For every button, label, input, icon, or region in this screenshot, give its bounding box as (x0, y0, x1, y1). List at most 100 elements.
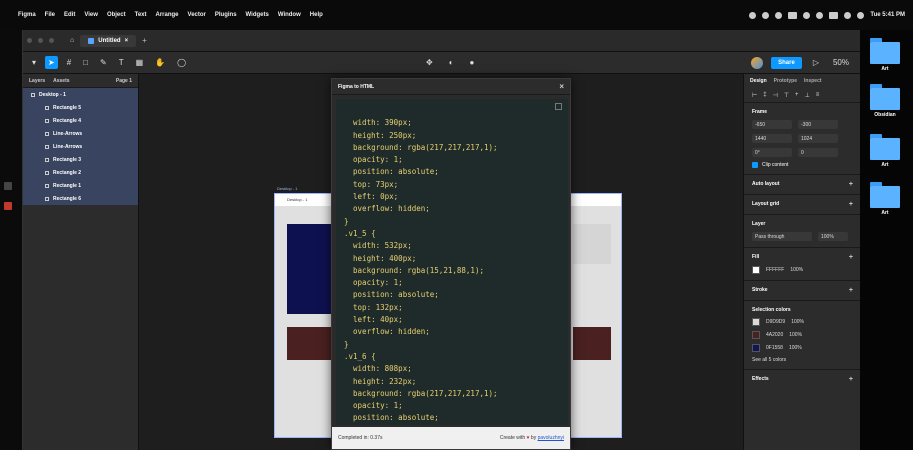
hand-tool-icon[interactable]: ✋ (152, 56, 168, 69)
main-menu-icon[interactable]: ▾ (29, 56, 39, 69)
clock[interactable]: Tue 5:41 PM (870, 12, 905, 18)
boolean-icon[interactable]: ● (467, 56, 478, 69)
x-field[interactable]: -650 (752, 120, 792, 129)
plus-icon[interactable]: + (849, 254, 853, 261)
present-icon[interactable]: ▷ (810, 56, 822, 69)
search-icon[interactable] (857, 11, 865, 19)
tab-design[interactable]: Design (750, 78, 767, 84)
align-left-icon[interactable]: ⊢ (752, 92, 757, 99)
shape-tool-icon[interactable]: □ (80, 56, 91, 69)
tray-icon[interactable] (816, 11, 824, 19)
folder-icon[interactable]: Obsidian (870, 84, 900, 118)
fill-opacity[interactable]: 100% (790, 267, 803, 273)
component-icon[interactable]: ✥ (423, 56, 436, 69)
color-opacity[interactable]: 100% (789, 332, 802, 338)
tab-inspect[interactable]: Inspect (804, 78, 822, 84)
color-swatch[interactable] (752, 331, 760, 339)
move-tool-icon[interactable]: ➤ (45, 56, 58, 69)
layer-item[interactable]: Line-Arrows (23, 140, 138, 153)
width-field[interactable]: 1440 (752, 134, 792, 143)
page-selector[interactable]: Page 1 (116, 78, 132, 84)
code-output[interactable]: width: 390px; height: 250px; background:… (336, 99, 568, 425)
plus-icon[interactable]: + (849, 201, 853, 208)
color-swatch[interactable] (752, 318, 760, 326)
close-icon[interactable]: × (559, 82, 564, 91)
layer-item[interactable]: Rectangle 5 (23, 101, 138, 114)
resources-icon[interactable]: ▦ (133, 56, 147, 69)
menu-text[interactable]: Text (135, 12, 147, 18)
folder-icon[interactable]: Art (870, 38, 900, 72)
blend-mode-select[interactable]: Pass through (752, 232, 812, 241)
align-right-icon[interactable]: ⊣ (773, 92, 778, 99)
wifi-icon[interactable] (844, 11, 852, 19)
tray-icon[interactable] (788, 11, 798, 19)
folder-icon[interactable]: Art (870, 134, 900, 168)
color-opacity[interactable]: 100% (791, 319, 804, 325)
layer-item[interactable]: Rectangle 3 (23, 153, 138, 166)
color-opacity[interactable]: 100% (789, 345, 802, 351)
rectangle-maroon[interactable] (287, 327, 333, 360)
window-minimize-icon[interactable] (38, 38, 43, 43)
fill-swatch[interactable] (752, 266, 760, 274)
fill-hex[interactable]: FFFFFF (766, 267, 784, 273)
frame-label[interactable]: Desktop - 1 (277, 186, 297, 191)
author-link[interactable]: pavoluzhnyi (538, 435, 564, 441)
share-button[interactable]: Share (771, 56, 802, 69)
menu-widgets[interactable]: Widgets (246, 12, 269, 18)
layer-item[interactable]: Rectangle 2 (23, 166, 138, 179)
battery-icon[interactable] (829, 11, 839, 19)
clip-content-checkbox[interactable]: Clip content (752, 162, 853, 168)
rectangle-grey[interactable] (573, 224, 611, 264)
zoom-level[interactable]: 50% (830, 56, 852, 69)
rotation-field[interactable]: 0° (752, 148, 792, 157)
avatar[interactable] (751, 56, 764, 69)
edge-widget-icon[interactable] (4, 182, 12, 190)
new-tab-icon[interactable]: + (142, 36, 147, 45)
frame-tool-icon[interactable]: # (64, 56, 74, 69)
layer-item[interactable]: Rectangle 1 (23, 179, 138, 192)
rectangle-maroon[interactable] (573, 327, 611, 360)
align-bottom-icon[interactable]: ⊥ (805, 92, 810, 99)
align-center-icon[interactable]: ‡ (763, 92, 766, 98)
tray-icon[interactable] (775, 11, 783, 19)
text-tool-icon[interactable]: T (116, 56, 127, 69)
menu-edit[interactable]: Edit (64, 12, 75, 18)
layer-frame[interactable]: Desktop - 1 (23, 88, 138, 101)
mask-icon[interactable]: ◐ (446, 56, 457, 69)
color-swatch[interactable] (752, 344, 760, 352)
menu-vector[interactable]: Vector (188, 12, 206, 18)
color-hex[interactable]: 4A2020 (766, 332, 783, 338)
tray-icon[interactable] (749, 11, 757, 19)
window-zoom-icon[interactable] (49, 38, 54, 43)
folder-icon[interactable]: Art (870, 182, 900, 216)
menu-view[interactable]: View (84, 12, 98, 18)
file-tab[interactable]: Untitled × (80, 34, 137, 47)
menu-window[interactable]: Window (278, 12, 301, 18)
edge-widget-icon[interactable] (4, 202, 12, 210)
plus-icon[interactable]: + (849, 181, 853, 188)
distribute-icon[interactable]: ≡ (816, 92, 820, 98)
layer-item[interactable]: Rectangle 6 (23, 192, 138, 205)
tab-assets[interactable]: Assets (53, 78, 69, 84)
tab-layers[interactable]: Layers (29, 78, 45, 84)
align-middle-icon[interactable]: + (795, 92, 799, 98)
menu-file[interactable]: File (45, 12, 55, 18)
tab-close-icon[interactable]: × (125, 38, 129, 44)
home-icon[interactable]: ⌂ (70, 37, 74, 44)
menu-arrange[interactable]: Arrange (156, 12, 179, 18)
menu-plugins[interactable]: Plugins (215, 12, 237, 18)
plus-icon[interactable]: + (849, 287, 853, 294)
see-all-colors-link[interactable]: See all 5 colors (752, 357, 786, 363)
color-hex[interactable]: D9D9D9 (766, 319, 785, 325)
plus-icon[interactable]: + (849, 376, 853, 383)
align-top-icon[interactable]: ⊤ (784, 92, 789, 99)
menu-help[interactable]: Help (310, 12, 323, 18)
menu-object[interactable]: Object (107, 12, 126, 18)
y-field[interactable]: -300 (798, 120, 838, 129)
layer-item[interactable]: Line-Arrows (23, 127, 138, 140)
tray-icon[interactable] (803, 11, 811, 19)
radius-field[interactable]: 0 (798, 148, 838, 157)
rectangle-blue[interactable] (287, 224, 333, 314)
tab-prototype[interactable]: Prototype (774, 78, 797, 84)
layer-item[interactable]: Rectangle 4 (23, 114, 138, 127)
